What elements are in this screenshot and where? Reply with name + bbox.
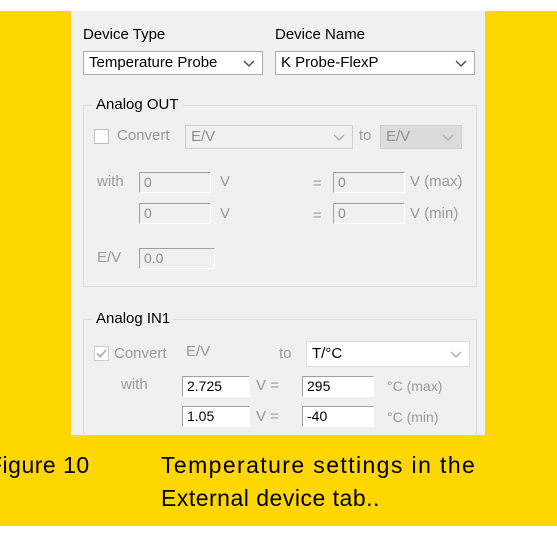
- device-type-select[interactable]: Temperature Probe: [83, 51, 263, 75]
- chevron-down-icon: [333, 134, 345, 141]
- analog-in1-to-unit-value: T/°C: [312, 345, 343, 362]
- caption-line-2: External device tab..: [161, 485, 380, 511]
- analog-out-from-unit-select[interactable]: E/V: [185, 125, 353, 149]
- analog-in1-input-max-field[interactable]: 2.725: [182, 376, 250, 397]
- analog-in1-output-max-field[interactable]: 295: [302, 376, 374, 397]
- analog-out-min-unit: V (min): [410, 205, 459, 222]
- analog-in1-min-unit: °C (min): [387, 409, 439, 425]
- chevron-down-icon: [450, 351, 462, 358]
- chevron-down-icon: [243, 60, 255, 67]
- device-name-label: Device Name: [275, 26, 366, 43]
- analog-out-v-unit: V: [220, 173, 231, 190]
- analog-out-equals: =: [313, 175, 322, 192]
- caption-line-1: Temperature settings in the: [161, 452, 477, 478]
- analog-out-v-unit: V: [220, 205, 231, 222]
- analog-out-title: Analog OUT: [92, 96, 183, 113]
- analog-in1-input-min-field[interactable]: 1.05: [182, 406, 250, 427]
- analog-out-output-min-field[interactable]: 0: [333, 203, 405, 224]
- figure-frame: Device Type Temperature Probe Device Nam…: [0, 11, 557, 526]
- device-name-value: K Probe-FlexP: [281, 54, 379, 71]
- analog-out-equals: =: [313, 207, 322, 224]
- device-type-value: Temperature Probe: [89, 54, 218, 71]
- chevron-down-icon: [442, 134, 454, 141]
- analog-out-convert-label: Convert: [117, 127, 170, 144]
- analog-in1-eq-label: V =: [256, 377, 279, 394]
- analog-in1-convert-label: Convert: [114, 345, 167, 362]
- analog-in1-eq-label: V =: [256, 408, 279, 425]
- analog-out-with-label: with: [97, 173, 124, 190]
- analog-out-to-label: to: [359, 127, 372, 144]
- device-name-select[interactable]: K Probe-FlexP: [275, 51, 475, 75]
- analog-out-input-min-field[interactable]: 0: [139, 203, 211, 224]
- analog-out-max-unit: V (max): [410, 173, 463, 190]
- analog-out-to-unit-value: E/V: [386, 128, 411, 145]
- analog-in1-group: Analog IN1 Convert E/V to T/°C with 2.72…: [83, 310, 477, 435]
- analog-out-ev-label: E/V: [97, 249, 122, 266]
- analog-in1-from-unit: E/V: [186, 343, 211, 360]
- analog-out-group: Analog OUT Convert E/V to E/V with 0 V =…: [83, 96, 477, 287]
- analog-in1-title: Analog IN1: [92, 310, 175, 327]
- analog-in1-with-label: with: [121, 376, 148, 393]
- analog-out-to-unit-select[interactable]: E/V: [380, 125, 462, 149]
- analog-out-from-unit-value: E/V: [191, 128, 216, 145]
- analog-out-ev-field[interactable]: 0.0: [139, 248, 215, 269]
- analog-in1-max-unit: °C (max): [387, 378, 443, 394]
- analog-out-output-max-field[interactable]: 0: [333, 172, 405, 193]
- settings-panel: Device Type Temperature Probe Device Nam…: [71, 11, 485, 435]
- analog-out-input-max-field[interactable]: 0: [139, 172, 211, 193]
- checkmark-icon: [96, 349, 107, 358]
- analog-in1-output-min-field[interactable]: -40: [302, 406, 374, 427]
- analog-out-convert-checkbox[interactable]: [94, 129, 109, 144]
- device-type-label: Device Type: [83, 26, 166, 43]
- analog-in1-to-unit-select[interactable]: T/°C: [306, 341, 470, 367]
- analog-in1-to-label: to: [279, 345, 292, 362]
- figure-number: Figure 10: [0, 452, 90, 478]
- chevron-down-icon: [455, 60, 467, 67]
- analog-in1-convert-checkbox[interactable]: [94, 346, 109, 361]
